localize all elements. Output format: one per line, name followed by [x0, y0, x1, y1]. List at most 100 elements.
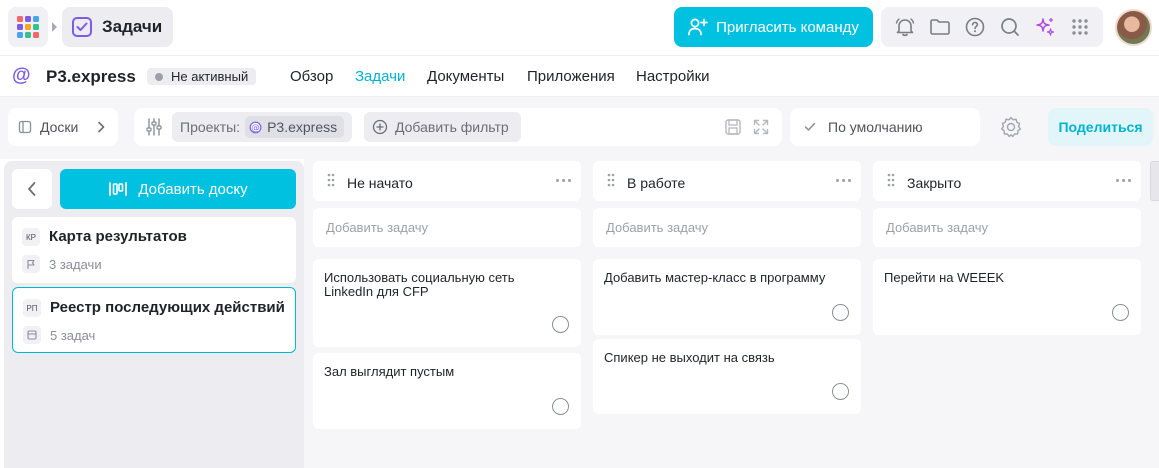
- project-chip-label: P3.express: [267, 119, 338, 135]
- board-abbr: РП: [23, 299, 41, 317]
- add-board-label: Добавить доску: [138, 180, 248, 198]
- app-title: Задачи: [102, 17, 163, 36]
- kanban-column-not-started: Не начато Добавить задачу Использовать с…: [313, 161, 581, 466]
- apps-cell: [25, 32, 31, 38]
- folder-icon[interactable]: [928, 15, 952, 39]
- board-task-count: 3 задачи: [49, 257, 102, 272]
- status-badge-label: Не активный: [171, 69, 249, 84]
- tab-apps[interactable]: Приложения: [527, 68, 615, 85]
- status-badge[interactable]: Не активный: [147, 68, 257, 85]
- collapse-sidebar-button[interactable]: [12, 169, 52, 209]
- invite-team-button[interactable]: Пригласить команду: [674, 7, 873, 47]
- header-tools: [881, 7, 1103, 47]
- task-card[interactable]: Спикер не выходит на связь: [593, 339, 861, 414]
- user-avatar[interactable]: [1115, 9, 1152, 46]
- apps-cell: [25, 24, 31, 30]
- help-icon[interactable]: [963, 15, 987, 39]
- boards-sidebar: Добавить доску КР Карта результатов 3 за…: [4, 161, 304, 468]
- drag-handle-icon[interactable]: [327, 173, 335, 187]
- add-task-input[interactable]: Добавить задачу: [593, 208, 861, 247]
- task-complete-checkbox[interactable]: [832, 383, 849, 400]
- boards-toggle[interactable]: Доски: [8, 108, 118, 146]
- more-icon[interactable]: [1116, 179, 1131, 182]
- more-icon[interactable]: [836, 179, 851, 182]
- kanban-column-closed: Закрыто Добавить задачу Перейти на WEEEK: [873, 161, 1141, 466]
- share-button[interactable]: Поделиться: [1048, 108, 1153, 146]
- board-columns-icon: [109, 182, 128, 196]
- task-title: Добавить мастер-класс в программу: [604, 270, 826, 285]
- apps-cell: [17, 16, 23, 22]
- chevron-right-icon: [98, 121, 105, 133]
- project-name[interactable]: P3.express: [46, 67, 136, 87]
- next-column-scroll-handle[interactable]: [1150, 161, 1159, 201]
- add-task-input[interactable]: Добавить задачу: [313, 208, 581, 247]
- apps-cell: [17, 24, 23, 30]
- bell-icon[interactable]: [893, 15, 917, 39]
- apps-cell: [33, 24, 39, 30]
- more-icon-dot: [568, 179, 571, 182]
- board-abbr: КР: [22, 228, 40, 246]
- task-card[interactable]: Использовать социальную сеть LinkedIn дл…: [313, 259, 581, 347]
- filter-sliders-icon[interactable]: [144, 117, 164, 137]
- column-title: В работе: [627, 175, 686, 191]
- board-title: Реестр последующих действий: [50, 299, 285, 316]
- task-complete-checkbox[interactable]: [552, 398, 569, 415]
- add-board-button[interactable]: Добавить доску: [60, 169, 296, 209]
- drag-handle-icon[interactable]: [887, 173, 895, 187]
- column-header[interactable]: Не начато: [313, 161, 581, 201]
- save-icon[interactable]: [724, 118, 742, 136]
- breadcrumb-arrow-icon: [52, 22, 57, 32]
- tab-overview[interactable]: Обзор: [290, 68, 333, 85]
- project-chip[interactable]: @ P3.express: [245, 116, 345, 138]
- column-header[interactable]: Закрыто: [873, 161, 1141, 201]
- more-icon-dot: [848, 179, 851, 182]
- gear-icon: [1001, 116, 1021, 138]
- filter-bar: Доски Проекты: @ P3.express Добавить фил…: [0, 97, 1159, 159]
- boards-toggle-label: Доски: [40, 119, 79, 135]
- add-filter-button[interactable]: Добавить фильтр: [364, 112, 521, 142]
- svg-text:@: @: [251, 123, 260, 133]
- add-filter-label: Добавить фильтр: [395, 119, 509, 135]
- default-view-select[interactable]: По умолчанию: [790, 108, 980, 146]
- more-icon-dot: [1128, 179, 1131, 182]
- projects-filter[interactable]: Проекты: @ P3.express: [172, 112, 352, 142]
- board-task-count: 5 задач: [50, 328, 96, 343]
- task-card[interactable]: Перейти на WEEEK: [873, 259, 1141, 335]
- checkbox-icon: [72, 17, 92, 37]
- filters-panel: Проекты: @ P3.express Добавить фильтр: [134, 108, 782, 146]
- tab-tasks[interactable]: Задачи: [355, 68, 405, 85]
- project-bar: @ P3.express Не активный Обзор Задачи До…: [0, 57, 1159, 97]
- task-card[interactable]: Добавить мастер-класс в программу: [593, 259, 861, 335]
- more-icon[interactable]: [556, 179, 571, 182]
- add-user-icon: [688, 18, 708, 36]
- more-icon-dot: [1122, 179, 1125, 182]
- more-icon-dot: [842, 179, 845, 182]
- apps-grid-icon: [17, 16, 39, 38]
- task-complete-checkbox[interactable]: [552, 316, 569, 333]
- chevron-left-icon: [28, 182, 36, 196]
- board-card-results-map[interactable]: КР Карта результатов 3 задачи: [12, 217, 296, 283]
- board-settings-button[interactable]: [998, 114, 1024, 140]
- tab-documents[interactable]: Документы: [427, 68, 504, 85]
- drag-handle-icon[interactable]: [607, 173, 615, 187]
- sparkle-icon[interactable]: [1033, 15, 1057, 39]
- task-card[interactable]: Зал выглядит пустым: [313, 353, 581, 429]
- add-task-input[interactable]: Добавить задачу: [873, 208, 1141, 247]
- task-complete-checkbox[interactable]: [1112, 304, 1129, 321]
- task-title: Спикер не выходит на связь: [604, 350, 775, 365]
- grid-icon[interactable]: [1068, 15, 1092, 39]
- board-icon: [23, 326, 41, 344]
- at-sign-icon: @: [12, 65, 31, 86]
- task-title: Перейти на WEEEK: [884, 270, 1005, 285]
- task-complete-checkbox[interactable]: [832, 304, 849, 321]
- column-header[interactable]: В работе: [593, 161, 861, 201]
- column-title: Закрыто: [907, 175, 962, 191]
- expand-icon[interactable]: [752, 118, 770, 136]
- at-sign-icon: @: [249, 121, 262, 133]
- search-icon[interactable]: [998, 15, 1022, 39]
- board-card-follow-up-register[interactable]: РП Реестр последующих действий 5 задач: [12, 287, 296, 353]
- tab-settings[interactable]: Настройки: [636, 68, 710, 85]
- breadcrumb-app-tasks[interactable]: Задачи: [62, 7, 173, 47]
- apps-cell: [33, 16, 39, 22]
- apps-menu-button[interactable]: [8, 7, 48, 47]
